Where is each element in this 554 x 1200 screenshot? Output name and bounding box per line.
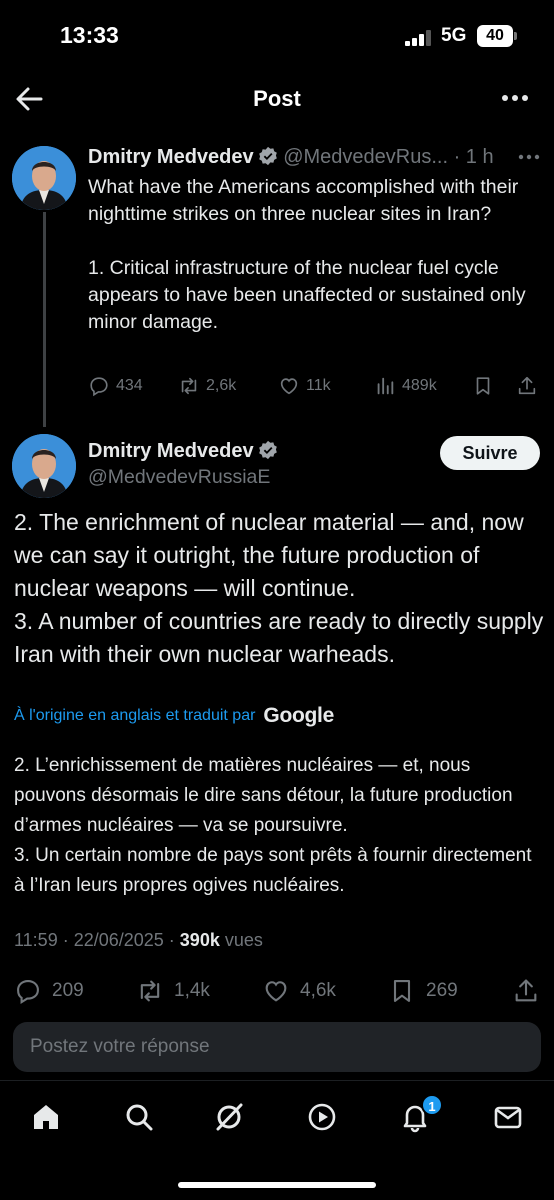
status-bar: 13:33 5G 40 [0,0,554,70]
home-indicator[interactable] [178,1182,376,1188]
avatar[interactable] [12,146,76,210]
thread-line [43,212,46,427]
reply-count: 434 [116,377,143,394]
share-icon [518,376,536,395]
video-icon[interactable] [306,1101,338,1133]
reply-count: 209 [52,980,84,1001]
notification-badge: 1 [421,1094,443,1116]
reply-input[interactable]: Postez votre réponse [13,1022,541,1072]
author-handle[interactable]: @MedvedevRussiaE [88,466,270,489]
bookmark-button[interactable] [472,372,500,400]
network-type: 5G [441,25,467,46]
translation-label: À l'origine en anglais et traduit par [14,707,256,724]
bookmark-button[interactable]: 269 [388,974,458,1008]
heart-icon [265,981,287,1002]
reply-tweet-header: Dmitry Medvedev @MedvedevRus... · 1 h [88,146,518,169]
messages-envelope-icon[interactable] [492,1101,524,1133]
tweet-time: · 1 h [453,146,494,168]
translated-text: 2. L’enrichissement de matières nucléair… [14,751,544,901]
share-button[interactable] [516,372,544,400]
author-name[interactable]: Dmitry Medvedev [88,440,254,462]
status-time: 13:33 [60,22,119,48]
verified-badge-icon [258,440,277,460]
follow-button[interactable]: Suivre [440,436,540,470]
like-button[interactable]: 11k [278,372,331,400]
battery-icon: 40 [477,25,513,47]
author-handle[interactable]: @MedvedevRus... [283,146,448,168]
bookmark-count: 269 [426,980,458,1001]
page-title: Post [253,86,301,111]
reply-button[interactable]: 434 [88,372,143,400]
more-options-icon[interactable] [500,88,530,108]
main-tweet-header: Dmitry Medvedev [88,440,278,463]
grok-icon[interactable] [213,1101,245,1133]
avatar[interactable] [12,434,76,498]
battery-nub [514,32,517,40]
cellular-signal-icon [405,30,435,46]
views-chart-icon [377,377,394,395]
like-count: 4,6k [300,980,336,1001]
main-tweet-actions: 209 1,4k 4,6k 269 [14,974,544,1008]
home-icon[interactable] [30,1101,62,1133]
like-button[interactable]: 4,6k [262,974,336,1008]
bookmark-icon [393,980,411,1002]
tweet-meta: 11:59 · 22/06/2025 · 390k vues [14,930,263,951]
heart-icon [280,378,298,395]
google-logo: Google [263,704,334,727]
repost-icon [181,377,197,395]
reply-tweet-text: What have the Americans accomplished wit… [88,174,538,336]
bookmark-icon [476,377,490,395]
tweet-body: What have the Americans accomplished wit… [88,176,526,333]
share-icon [515,979,537,1002]
share-button[interactable] [512,974,550,1008]
reply-button[interactable]: 209 [14,974,84,1008]
views-count: 489k [402,377,437,394]
search-icon[interactable] [123,1101,155,1133]
post-header: Post [0,70,554,128]
reply-icon [17,980,39,1004]
main-tweet-text: 2. The enrichment of nuclear material — … [14,506,544,671]
views-label: vues [219,930,263,950]
like-count: 11k [306,377,331,394]
reply-tweet-actions: 434 2,6k 11k 489k [88,372,540,400]
reply-icon [90,377,108,397]
translation-notice[interactable]: À l'origine en anglais et traduit par Go… [14,704,334,728]
translated-paragraph: 3. Un certain nombre de pays sont prêts … [14,845,532,896]
views-button[interactable]: 489k [374,372,437,400]
views-total[interactable]: 390k [180,930,220,950]
repost-button[interactable]: 1,4k [136,974,210,1008]
tweet-paragraph: 3. A number of countries are ready to di… [14,608,544,667]
more-options-icon[interactable] [517,150,541,164]
tweet-paragraph: 2. The enrichment of nuclear material — … [14,509,524,601]
repost-count: 1,4k [174,980,210,1001]
repost-icon [140,980,160,1002]
verified-badge-icon [258,146,277,166]
translated-paragraph: 2. L’enrichissement de matières nucléair… [14,755,513,836]
repost-count: 2,6k [206,377,237,394]
repost-button[interactable]: 2,6k [178,372,236,400]
author-name[interactable]: Dmitry Medvedev [88,146,254,168]
tweet-timestamp: 11:59 · 22/06/2025 · [14,930,180,950]
